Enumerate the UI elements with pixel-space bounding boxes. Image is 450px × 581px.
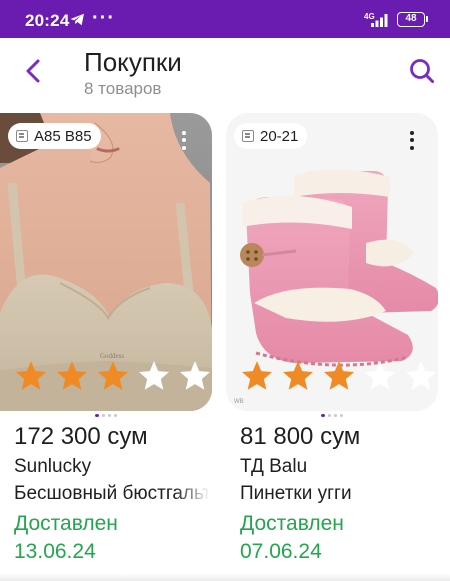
pager-dot-active	[321, 414, 325, 417]
size-icon	[242, 130, 254, 142]
more-dot	[410, 145, 414, 150]
more-dot	[410, 130, 414, 135]
size-icon	[16, 130, 28, 142]
delivery-date: 13.06.24	[14, 540, 96, 563]
size-label: 20-21	[260, 127, 299, 145]
star-empty-icon[interactable]	[137, 359, 171, 393]
star-empty-icon[interactable]	[178, 359, 212, 393]
delivery-status: Доставлен	[14, 512, 118, 535]
product-brand: ТД Balu	[240, 456, 308, 477]
delivery-date: 07.06.24	[240, 540, 322, 563]
search-icon	[410, 59, 434, 83]
product-brand: Sunlucky	[14, 456, 92, 477]
battery-icon: 48	[397, 12, 428, 27]
star-filled-icon[interactable]	[322, 359, 356, 393]
pager-dot	[328, 414, 331, 417]
more-dot	[182, 145, 186, 150]
delivery-status: Доставлен	[240, 512, 344, 535]
more-dot	[182, 130, 186, 135]
telegram-icon	[70, 13, 85, 31]
page-subtitle: 8 товаров	[84, 79, 162, 98]
back-button[interactable]	[18, 56, 48, 86]
size-badge: 20-21	[234, 123, 308, 149]
page-title: Покупки	[84, 47, 182, 77]
product-name: Пинетки угги	[240, 483, 352, 504]
rating-stars[interactable]	[240, 359, 438, 393]
size-badge: A85 B85	[8, 123, 101, 149]
star-empty-icon[interactable]	[404, 359, 438, 393]
status-time: 20:24	[25, 11, 70, 30]
pager-dot-active	[95, 414, 99, 417]
image-pager	[95, 414, 117, 417]
star-filled-icon[interactable]	[55, 359, 89, 393]
image-watermark: WB	[234, 399, 244, 405]
more-options-button[interactable]	[400, 125, 424, 155]
star-filled-icon[interactable]	[240, 359, 274, 393]
image-pager	[321, 414, 343, 417]
product-price: 81 800 сум	[240, 423, 361, 450]
star-filled-icon[interactable]	[96, 359, 130, 393]
size-label: A85 B85	[34, 127, 92, 145]
notification-dots: ···	[92, 7, 115, 29]
chevron-left-icon	[26, 59, 40, 83]
search-button[interactable]	[407, 56, 437, 86]
product-card[interactable]: WB 20-21 81 800 сум ТД Balu Пинетки угги…	[226, 113, 438, 581]
pager-dot	[108, 414, 111, 417]
pager-dot	[102, 414, 105, 417]
star-filled-icon[interactable]	[281, 359, 315, 393]
pager-dot	[114, 414, 117, 417]
status-bar: 20:24 ··· 4G 48	[0, 0, 450, 38]
more-dot	[182, 138, 186, 142]
product-price: 172 300 сум	[14, 423, 148, 450]
rating-stars[interactable]	[14, 359, 212, 393]
signal-icon	[368, 13, 390, 32]
next-row-edge	[0, 573, 450, 581]
pager-dot	[334, 414, 337, 417]
more-options-button[interactable]	[172, 125, 196, 155]
pager-dot	[340, 414, 343, 417]
product-card[interactable]: Goddess A85 B85 172 300 сум Sunlucky Бес…	[0, 113, 212, 581]
star-filled-icon[interactable]	[14, 359, 48, 393]
more-dot	[410, 138, 414, 142]
star-empty-icon[interactable]	[363, 359, 397, 393]
product-name: Бесшовный бюстгальтер	[14, 483, 210, 504]
